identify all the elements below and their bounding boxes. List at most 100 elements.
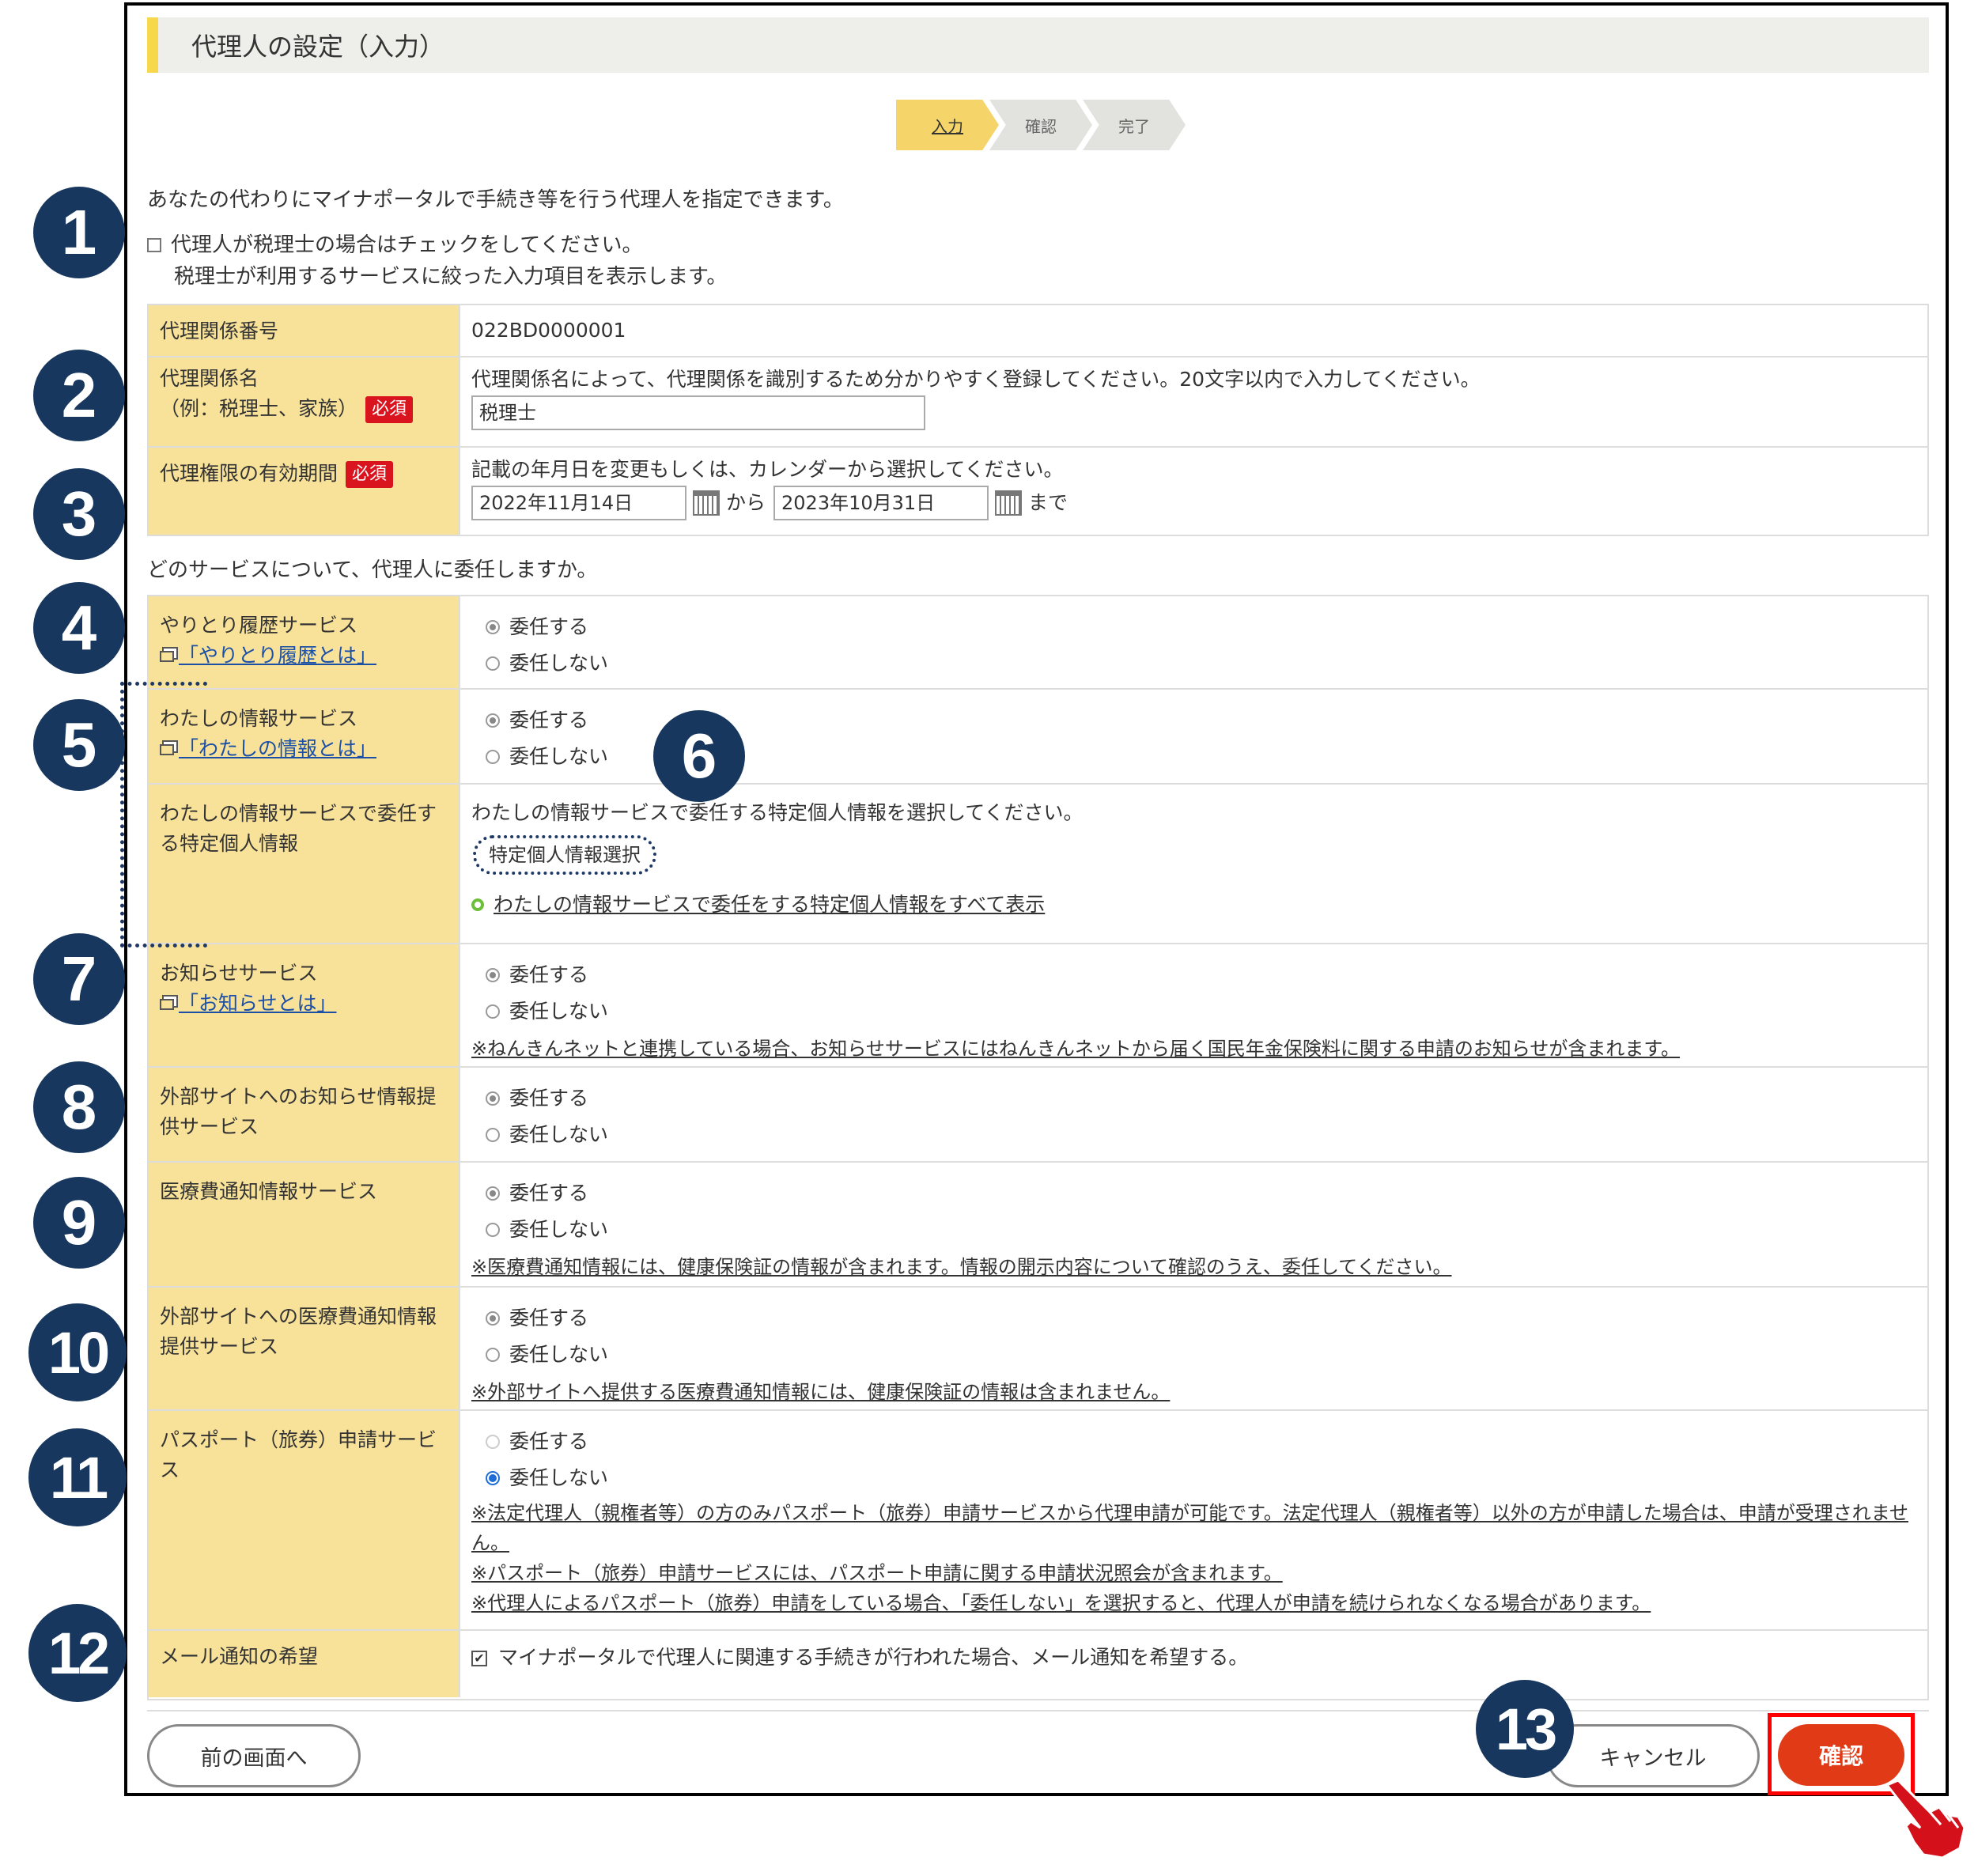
row-medical: 医療費通知情報サービス 委任する 委任しない ※医療費通知情報には、健康保険証の… <box>149 1163 1927 1288</box>
medical-no[interactable]: 委任しない <box>471 1212 1916 1248</box>
tax-accountant-checkbox[interactable] <box>147 238 161 252</box>
row-rel-number: 代理関係番号 022BD0000001 <box>149 305 1927 357</box>
ext-notice-options: 委任する 委任しない <box>460 1068 1927 1161</box>
medical-note: ※医療費通知情報には、健康保険証の情報が含まれます。情報の開示内容について確認の… <box>471 1256 1452 1278</box>
row-history: やりとり履歴サービス 「やりとり履歴とは」 委任する 委任しない <box>149 596 1927 690</box>
ext-notice-yes[interactable]: 委任する <box>471 1080 1916 1117</box>
row-ext-medical: 外部サイトへの医療費通知情報提供サービス 委任する 委任しない ※外部サイトへ提… <box>149 1288 1927 1411</box>
badge-1: 1 <box>33 187 125 278</box>
radio-icon[interactable] <box>486 968 500 982</box>
radio-icon[interactable] <box>486 1435 500 1449</box>
period-label: 代理権限の有効期間 <box>160 462 338 485</box>
step-complete: 完了 <box>1083 100 1186 150</box>
tax-check-label: 代理人が税理士の場合はチェックをしてください。 <box>171 233 643 257</box>
ext-medical-label: 外部サイトへの医療費通知情報提供サービス <box>149 1288 460 1409</box>
history-yes[interactable]: 委任する <box>471 609 1916 645</box>
row-specific-info: わたしの情報サービスで委任する特定個人情報 わたしの情報サービスで委任する特定個… <box>149 785 1927 944</box>
history-no[interactable]: 委任しない <box>471 645 1916 682</box>
row-passport: パスポート（旅券）申請サービス 委任する 委任しない ※法定代理人（親権者等）の… <box>149 1411 1927 1631</box>
group-bracket <box>120 682 207 947</box>
ext-medical-options: 委任する 委任しない ※外部サイトへ提供する医療費通知情報には、健康保険証の情報… <box>460 1288 1927 1409</box>
radio-label: 委任する <box>509 1307 589 1329</box>
period-cell: 記載の年月日を変更もしくは、カレンダーから選択してください。 2022年11月1… <box>460 448 1927 535</box>
history-label: やりとり履歴サービス <box>160 614 358 637</box>
passport-label: パスポート（旅券）申請サービス <box>149 1411 460 1629</box>
cancel-button[interactable]: キャンセル <box>1546 1724 1760 1787</box>
history-link[interactable]: 「やりとり履歴とは」 <box>179 644 376 667</box>
ext-notice-label: 外部サイトへのお知らせ情報提供サービス <box>149 1068 460 1161</box>
start-date-input[interactable]: 2022年11月14日 <box>471 486 686 520</box>
show-all-label: わたしの情報サービスで委任をする特定個人情報をすべて表示 <box>494 893 1046 916</box>
ext-medical-no[interactable]: 委任しない <box>471 1337 1916 1373</box>
radio-icon[interactable] <box>486 620 500 634</box>
rel-name-header: 代理関係名 （例：税理士、家族） 必須 <box>149 357 460 446</box>
specific-select-button[interactable]: 特定個人情報選択 <box>473 835 656 875</box>
radio-icon[interactable] <box>486 1348 500 1362</box>
page-title: 代理人の設定（入力） <box>147 17 1929 73</box>
radio-icon[interactable] <box>486 1471 500 1485</box>
history-header: やりとり履歴サービス 「やりとり履歴とは」 <box>149 596 460 688</box>
badge-4: 4 <box>33 582 125 674</box>
radio-label: 委任しない <box>509 1000 609 1023</box>
passport-note-2: ※パスポート（旅券）申請サービスには、パスポート申請に関する申請状況照会が含まれ… <box>471 1562 1283 1584</box>
badge-2: 2 <box>33 350 125 441</box>
mail-cell: ✔ マイナポータルで代理人に関連する手続きが行われた場合、メール通知を希望する。 <box>460 1631 1927 1697</box>
row-ext-notice: 外部サイトへのお知らせ情報提供サービス 委任する 委任しない <box>149 1068 1927 1163</box>
tax-accountant-check: 代理人が税理士の場合はチェックをしてください。 税理士が利用するサービスに絞った… <box>147 229 727 293</box>
radio-label: 委任する <box>509 709 589 732</box>
ext-notice-no[interactable]: 委任しない <box>471 1117 1916 1153</box>
radio-icon[interactable] <box>486 656 500 671</box>
myinfo-link[interactable]: 「わたしの情報とは」 <box>179 737 376 760</box>
mail-label: メール通知の希望 <box>149 1631 460 1697</box>
mail-checkbox[interactable]: ✔ <box>471 1651 487 1666</box>
show-all-link[interactable]: わたしの情報サービスで委任をする特定個人情報をすべて表示 <box>471 889 1916 921</box>
radio-label: 委任しない <box>509 1123 609 1146</box>
notice-note: ※ねんきんネットと連携している場合、お知らせサービスにはねんきんネットから届く国… <box>471 1038 1681 1060</box>
external-link-icon <box>160 999 174 1010</box>
external-link-icon <box>160 651 174 662</box>
medical-yes[interactable]: 委任する <box>471 1175 1916 1212</box>
ext-medical-note: ※外部サイトへ提供する医療費通知情報には、健康保険証の情報は含まれません。 <box>471 1381 1171 1403</box>
passport-yes[interactable]: 委任する <box>471 1424 1916 1460</box>
notice-yes[interactable]: 委任する <box>471 957 1916 993</box>
tax-check-help: 税理士が利用するサービスに絞った入力項目を表示します。 <box>174 265 728 289</box>
badge-8: 8 <box>33 1061 125 1153</box>
end-date-input[interactable]: 2023年10月31日 <box>773 486 989 520</box>
passport-no[interactable]: 委任しない <box>471 1460 1916 1496</box>
radio-icon[interactable] <box>486 1223 500 1237</box>
radio-label: 委任する <box>509 1182 589 1205</box>
notice-options: 委任する 委任しない ※ねんきんネットと連携している場合、お知らせサービスにはね… <box>460 944 1927 1066</box>
history-options: 委任する 委任しない <box>460 596 1927 688</box>
badge-11: 11 <box>28 1428 127 1526</box>
rel-name-example: （例：税理士、家族） <box>160 397 358 420</box>
rel-number-value: 022BD0000001 <box>471 319 626 342</box>
radio-icon[interactable] <box>486 1311 500 1326</box>
radio-icon[interactable] <box>486 1128 500 1142</box>
notice-no[interactable]: 委任しない <box>471 993 1916 1030</box>
badge-7: 7 <box>33 933 125 1025</box>
radio-label: 委任しない <box>509 745 609 768</box>
badge-6: 6 <box>653 710 745 802</box>
specific-cell: わたしの情報サービスで委任する特定個人情報を選択してください。 特定個人情報選択… <box>460 785 1927 943</box>
medical-options: 委任する 委任しない ※医療費通知情報には、健康保険証の情報が含まれます。情報の… <box>460 1163 1927 1286</box>
calendar-icon[interactable] <box>693 490 720 516</box>
step-input: 入力 <box>896 100 999 150</box>
previous-screen-button[interactable]: 前の画面へ <box>147 1724 361 1787</box>
ext-medical-yes[interactable]: 委任する <box>471 1300 1916 1337</box>
radio-icon[interactable] <box>486 1091 500 1106</box>
required-badge: 必須 <box>365 396 414 423</box>
services-table: やりとり履歴サービス 「やりとり履歴とは」 委任する 委任しない わたしの情報サ… <box>147 595 1929 1700</box>
radio-icon[interactable] <box>486 713 500 728</box>
radio-icon[interactable] <box>486 1186 500 1201</box>
badge-10: 10 <box>28 1303 127 1401</box>
badge-3: 3 <box>33 468 125 560</box>
notice-link[interactable]: 「お知らせとは」 <box>179 992 337 1015</box>
calendar-icon[interactable] <box>995 490 1023 516</box>
radio-icon[interactable] <box>486 1004 500 1019</box>
radio-icon[interactable] <box>486 750 500 764</box>
bullet-icon <box>471 898 484 911</box>
row-mail: メール通知の希望 ✔ マイナポータルで代理人に関連する手続きが行われた場合、メール… <box>149 1631 1927 1697</box>
rel-name-input[interactable]: 税理士 <box>471 395 925 430</box>
row-myinfo: わたしの情報サービス 「わたしの情報とは」 委任する 委任しない <box>149 690 1927 785</box>
passport-note-1: ※法定代理人（親権者等）の方のみパスポート（旅券）申請サービスから代理申請が可能… <box>471 1502 1908 1554</box>
